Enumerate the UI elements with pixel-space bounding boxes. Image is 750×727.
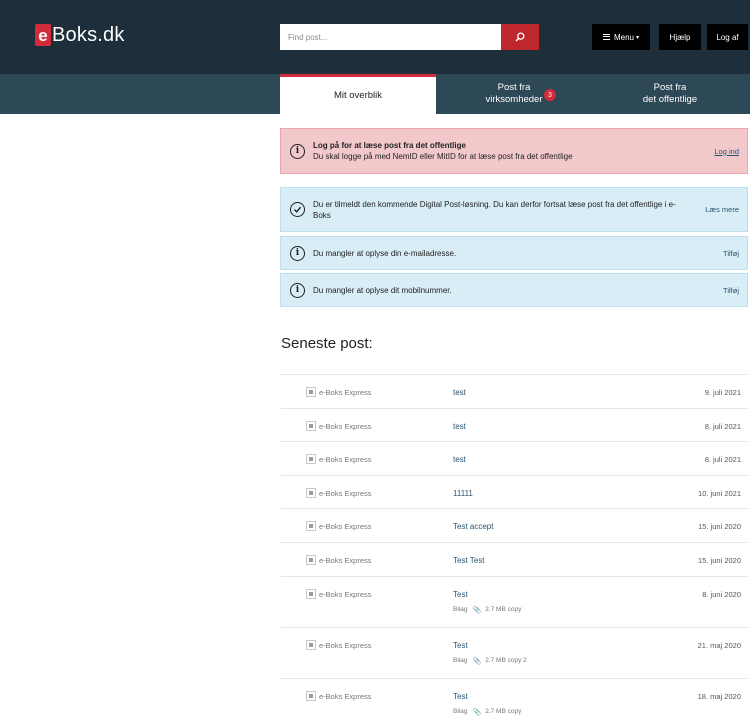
hamburger-icon xyxy=(602,34,610,40)
attachment-name: 2.7 MB copy xyxy=(485,708,522,716)
document-icon xyxy=(306,690,316,701)
subject-link[interactable]: test xyxy=(453,455,466,464)
attachment-label: Bilag xyxy=(453,657,468,665)
search-input[interactable] xyxy=(280,24,501,50)
document-icon xyxy=(306,487,316,498)
email-alert: i Du mangler at oplyse din e-mailadresse… xyxy=(280,236,748,270)
sender: e-Boks Express xyxy=(319,640,372,650)
tab-mit-overblik[interactable]: Mit overblik xyxy=(280,74,436,114)
message-row[interactable]: e-Boks Express Test 21. maj 2020 Bilag 📎… xyxy=(281,626,748,678)
document-icon xyxy=(306,588,316,599)
message-row[interactable]: e-Boks Express test 8. juli 2021 xyxy=(281,407,748,442)
search-button[interactable] xyxy=(501,24,539,50)
add-mobile-link[interactable]: Tilføj xyxy=(723,286,739,295)
attachment-label: Bilag xyxy=(453,606,468,614)
attachment-label: Bilag xyxy=(453,708,468,716)
sender: e-Boks Express xyxy=(319,691,372,701)
info-icon: i xyxy=(290,245,305,261)
date: 21. maj 2020 xyxy=(697,640,741,650)
sender: e-Boks Express xyxy=(319,589,372,599)
tab-label: Post fra det offentlige xyxy=(642,82,698,105)
menu-button[interactable]: Menu ▾ xyxy=(592,24,650,50)
subject-link[interactable]: test xyxy=(453,422,466,431)
logo-text: Boks.dk xyxy=(52,23,125,46)
date: 15. juni 2020 xyxy=(698,555,741,565)
top-header: e Boks.dk Menu ▾ Hjælp Log af xyxy=(0,0,750,74)
main-nav: Mit overblik Post fra virksomheder Post … xyxy=(0,74,750,114)
add-email-link[interactable]: Tilføj xyxy=(723,249,739,258)
attachment-name: 2.7 MB copy 2 xyxy=(485,657,527,665)
document-icon xyxy=(306,387,316,397)
sender: e-Boks Express xyxy=(319,455,372,465)
date: 8. juni 2020 xyxy=(702,589,741,599)
tab-post-fra-virksomheder[interactable]: Post fra virksomheder xyxy=(436,74,592,114)
subject-link[interactable]: Test xyxy=(453,692,468,701)
alert-body: Log på for at læse post fra det offentli… xyxy=(313,140,714,162)
subject-link[interactable]: Test xyxy=(453,590,468,599)
check-circle-icon xyxy=(290,202,305,217)
subject-link[interactable]: test xyxy=(453,388,466,397)
document-icon xyxy=(306,639,316,650)
digital-post-alert: Du er tilmeldt den kommende Digital Post… xyxy=(280,187,748,232)
document-icon xyxy=(306,554,316,565)
message-list: e-Boks Express test 9. juli 2021 e-Boks … xyxy=(281,374,748,727)
subject-link[interactable]: Test accept xyxy=(453,522,493,531)
date: 9. juli 2021 xyxy=(704,388,741,397)
attachment-meta: Bilag 📎 2.7 MB copy xyxy=(453,708,521,716)
sender: e-Boks Express xyxy=(319,388,372,397)
document-icon xyxy=(306,420,316,431)
logo-e-mark: e xyxy=(35,24,51,46)
sender: e-Boks Express xyxy=(319,421,372,431)
attachment-name: 2.7 MB copy xyxy=(485,606,522,614)
message-row[interactable]: e-Boks Express Test Test 15. juni 2020 xyxy=(281,541,748,576)
attachment-meta: Bilag 📎 2.7 MB copy 2 xyxy=(453,657,527,665)
date: 8. juli 2021 xyxy=(704,421,741,431)
message-row[interactable]: e-Boks Express test 8. juli 2021 xyxy=(281,441,748,475)
message-row[interactable]: e-Boks Express Test 18. maj 2020 Bilag 📎… xyxy=(281,677,748,727)
message-row[interactable]: e-Boks Express Test accept 15. juni 2020 xyxy=(281,508,748,542)
date: 8. juli 2021 xyxy=(704,455,741,465)
paperclip-icon: 📎 xyxy=(472,657,482,665)
tab-label: Post fra virksomheder xyxy=(485,82,543,105)
sender: e-Boks Express xyxy=(319,522,372,532)
eboks-logo[interactable]: e Boks.dk xyxy=(35,24,125,46)
tab-post-fra-det-offentlige[interactable]: Post fra det offentlige xyxy=(592,74,748,114)
tab-label: Mit overblik xyxy=(333,89,383,101)
document-icon xyxy=(306,521,316,532)
alert-text: Du er tilmeldt den kommende Digital Post… xyxy=(313,199,676,220)
subject-link[interactable]: 11111 xyxy=(453,489,473,498)
logout-button[interactable]: Log af xyxy=(707,24,748,50)
info-icon: i xyxy=(290,143,305,159)
mobile-alert: i Du mangler at oplyse dit mobilnummer. … xyxy=(280,273,748,307)
message-row[interactable]: e-Boks Express 11111 10. juni 2021 xyxy=(281,474,748,509)
menu-label: Menu xyxy=(613,32,634,42)
alert-title: Log på for at læse post fra det offentli… xyxy=(313,141,466,150)
login-alert: i Log på for at læse post fra det offent… xyxy=(280,128,748,174)
document-icon xyxy=(306,454,316,465)
date: 10. juni 2021 xyxy=(698,488,741,498)
date: 18. maj 2020 xyxy=(697,691,741,701)
date: 15. juni 2020 xyxy=(698,522,741,532)
search-bar xyxy=(280,24,539,50)
alert-text: Du skal logge på med NemID eller MitID f… xyxy=(313,152,573,161)
subject-link[interactable]: Test Test xyxy=(453,556,484,565)
subject-link[interactable]: Test xyxy=(453,641,468,650)
read-more-link[interactable]: Læs mere xyxy=(705,205,739,214)
search-icon xyxy=(515,32,525,42)
login-link[interactable]: Log ind xyxy=(714,147,739,156)
paperclip-icon: 📎 xyxy=(472,708,482,716)
help-button[interactable]: Hjælp xyxy=(659,24,701,50)
info-icon: i xyxy=(290,282,305,298)
paperclip-icon: 📎 xyxy=(472,606,482,614)
caret-down-icon: ▾ xyxy=(636,34,640,41)
alert-text: Du mangler at oplyse din e-mailadresse. xyxy=(313,248,457,258)
seneste-post-heading: Seneste post: xyxy=(281,335,373,352)
sender: e-Boks Express xyxy=(319,488,372,498)
attachment-meta: Bilag 📎 2.7 MB copy xyxy=(453,606,521,614)
message-row[interactable]: e-Boks Express Test 8. juni 2020 Bilag 📎… xyxy=(281,575,748,627)
message-row[interactable]: e-Boks Express test 9. juli 2021 xyxy=(281,374,748,408)
sender: e-Boks Express xyxy=(319,555,372,565)
unread-count-badge: 3 xyxy=(544,89,556,101)
alert-text: Du mangler at oplyse dit mobilnummer. xyxy=(313,285,452,295)
